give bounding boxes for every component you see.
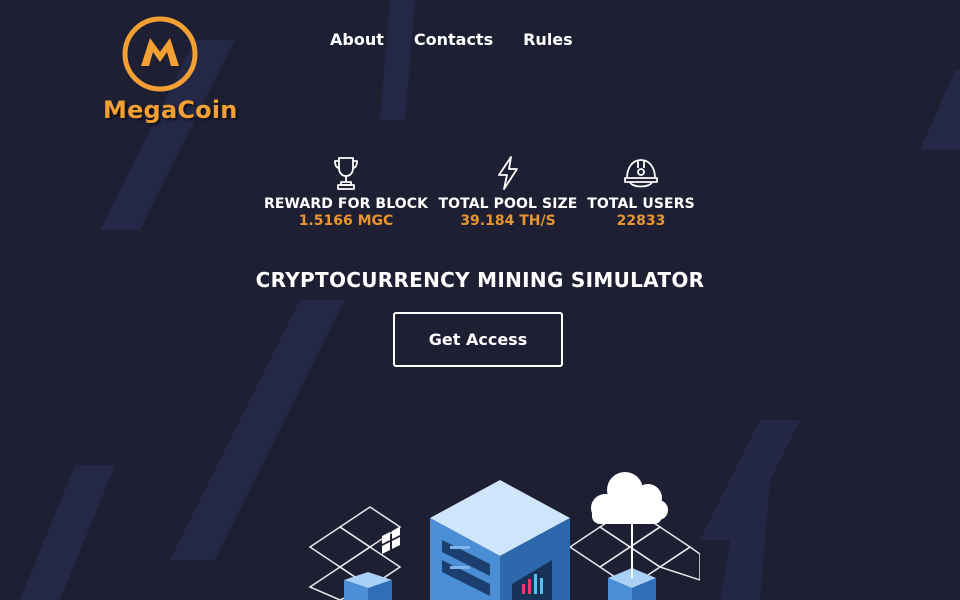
stat-users: TOTAL USERS 22833 — [551, 154, 731, 229]
stat-reward-value: 1.5166 MGC — [298, 213, 394, 229]
trophy-icon — [334, 157, 358, 190]
nav-rules-link[interactable]: Rules — [523, 30, 573, 49]
get-access-button[interactable]: Get Access — [393, 312, 563, 367]
window-icon — [382, 527, 400, 554]
brand-name: MegaCoin — [103, 96, 238, 124]
mining-servers-illustration — [308, 472, 700, 600]
stat-users-label: TOTAL USERS — [587, 196, 695, 212]
lightning-icon — [498, 156, 518, 190]
nav-about-link[interactable]: About — [330, 30, 384, 49]
miner-helmet-icon — [624, 159, 658, 188]
brand-logo[interactable]: MegaCoin — [100, 16, 244, 128]
nav-contacts-link[interactable]: Contacts — [414, 30, 493, 49]
stat-reward: REWARD FOR BLOCK 1.5166 MGC — [256, 154, 436, 229]
stat-reward-label: REWARD FOR BLOCK — [263, 196, 429, 212]
megacoin-logo-icon — [122, 16, 198, 92]
main-nav: About Contacts Rules — [330, 30, 603, 49]
hero-headline: CRYPTOCURRENCY MINING SIMULATOR — [255, 268, 705, 292]
cloud-icon — [591, 472, 668, 524]
stat-users-value: 22833 — [616, 213, 666, 229]
